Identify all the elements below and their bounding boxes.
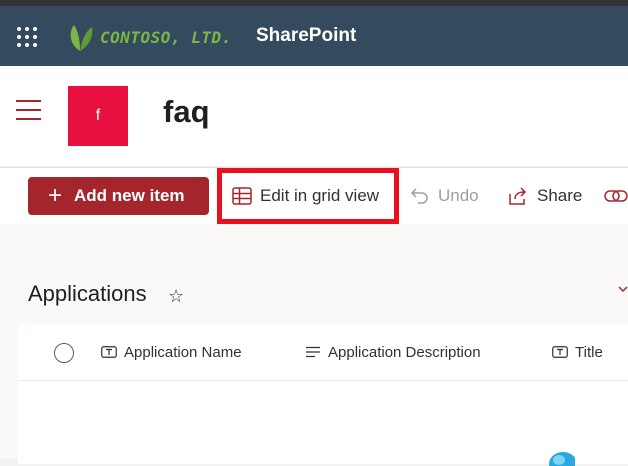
list-view: Application Name Application Description… — [18, 324, 628, 464]
command-bar: + Add new item Edit in grid view Undo Sh… — [0, 167, 628, 225]
share-label: Share — [537, 186, 583, 205]
site-title[interactable]: faq — [163, 94, 210, 130]
leaf-logo-icon — [70, 25, 93, 51]
add-new-item-button[interactable]: + Add new item — [28, 177, 209, 215]
column-header-application-name[interactable]: Application Name — [101, 324, 242, 380]
edit-grid-view-button[interactable]: Edit in grid view — [232, 168, 379, 224]
column-label: Title — [575, 343, 603, 361]
share-icon — [509, 187, 527, 205]
list-title: Applications — [28, 281, 147, 306]
chevron-down-icon[interactable] — [618, 284, 628, 294]
copy-link-button[interactable] — [604, 168, 628, 224]
organization-name: CONTOSO, LTD. — [100, 27, 232, 47]
select-all-checkbox[interactable] — [54, 343, 74, 363]
plus-icon: + — [48, 182, 63, 209]
column-header-application-description[interactable]: Application Description — [305, 324, 481, 380]
column-header-row: Application Name Application Description… — [18, 324, 628, 381]
hamburger-menu-icon[interactable] — [16, 100, 41, 120]
undo-button[interactable]: Undo — [410, 168, 479, 224]
link-icon — [604, 190, 628, 202]
text-column-icon — [552, 346, 568, 358]
multiline-text-icon — [306, 346, 320, 358]
column-header-title[interactable]: Title — [552, 324, 603, 380]
column-label: Application Name — [124, 343, 242, 361]
undo-icon — [410, 188, 428, 204]
app-launcher-icon[interactable] — [16, 26, 38, 48]
add-new-item-label: Add new item — [74, 186, 185, 205]
site-logo[interactable]: f — [68, 86, 128, 146]
undo-label: Undo — [438, 186, 479, 205]
favorite-star-icon[interactable]: ☆ — [168, 286, 184, 307]
app-title[interactable]: SharePoint — [256, 25, 356, 47]
grid-table-icon — [232, 187, 252, 205]
text-column-icon — [101, 346, 117, 358]
empty-state-illustration — [549, 452, 575, 466]
content-area: Applications ☆ Application Name Applicat… — [0, 224, 628, 466]
edit-grid-view-label: Edit in grid view — [260, 186, 380, 205]
share-button[interactable]: Share — [507, 168, 582, 224]
site-header: f faq — [0, 66, 628, 166]
organization-logo[interactable]: CONTOSO, LTD. — [66, 20, 232, 54]
column-label: Application Description — [328, 343, 481, 361]
suite-bar: CONTOSO, LTD. SharePoint — [0, 6, 628, 66]
